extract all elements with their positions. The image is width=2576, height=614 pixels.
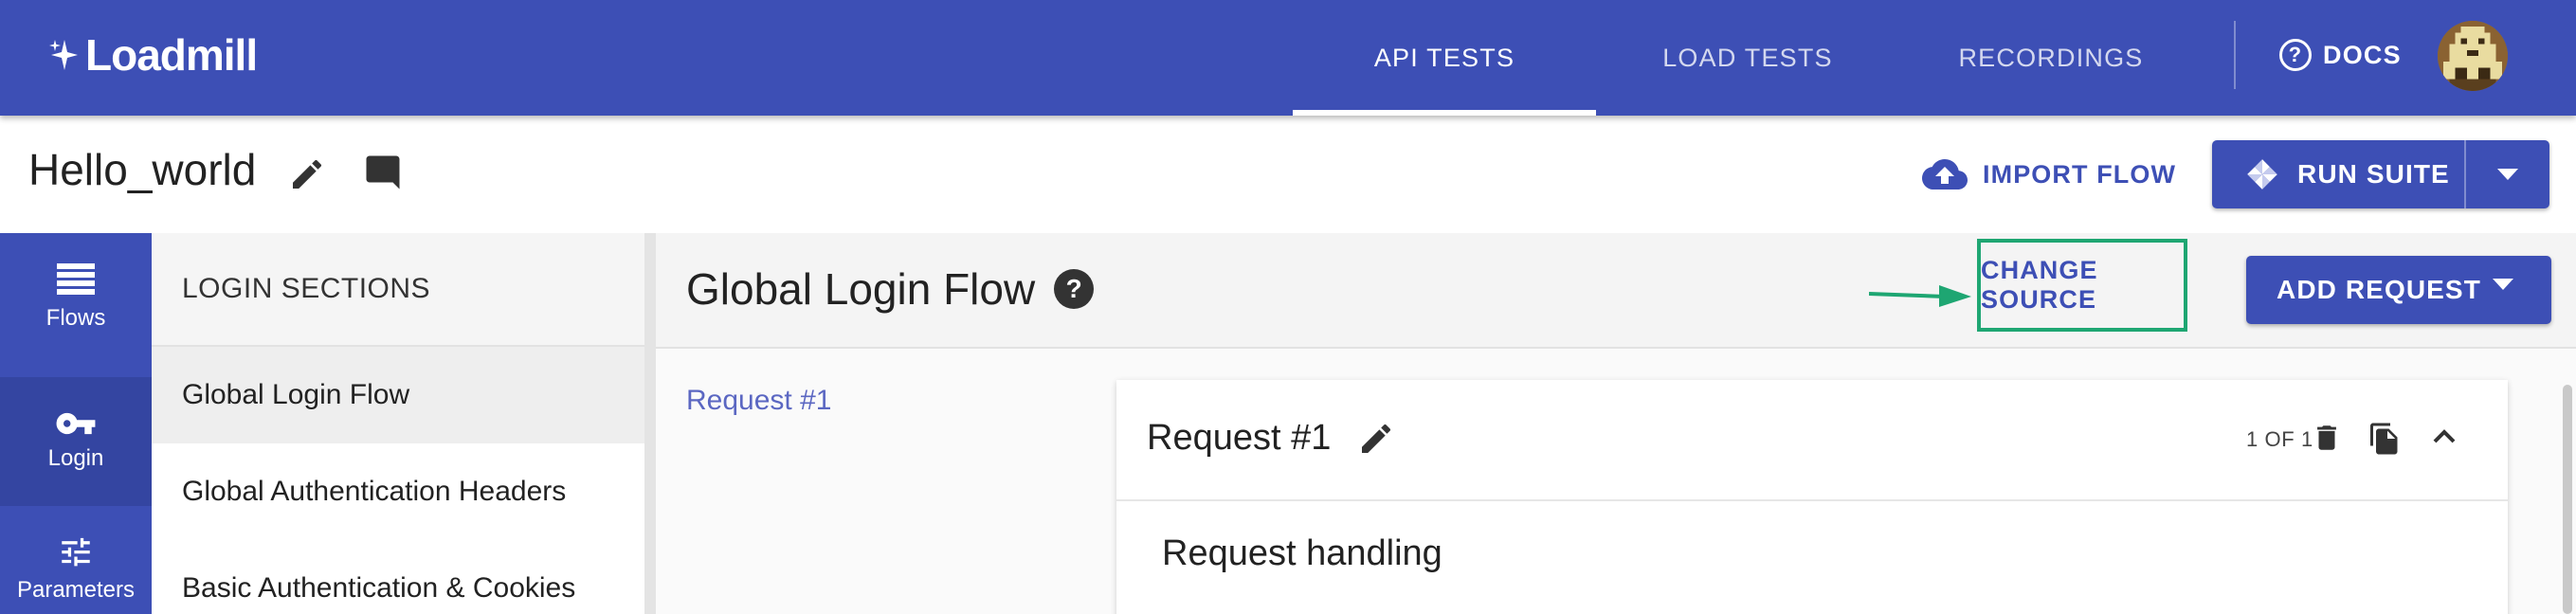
help-circle-icon: ? — [2279, 39, 2312, 71]
brand-name: Loadmill — [85, 30, 258, 80]
rail-item-label: Parameters — [16, 577, 136, 603]
request-title: Request #1 — [1147, 418, 1332, 458]
brand-logo[interactable]: Loadmill — [47, 27, 258, 83]
caret-down-icon — [2493, 279, 2513, 290]
request-count: 1 OF 1 — [2246, 427, 2313, 451]
tab-api-tests[interactable]: API TESTS — [1293, 0, 1596, 116]
section-item-basic-auth-cookies[interactable]: Basic Authentication & Cookies — [152, 540, 644, 614]
tab-label: RECORDINGS — [1958, 43, 2144, 72]
change-source-button[interactable]: CHANGE SOURCE — [1977, 239, 2187, 332]
pencil-icon — [293, 159, 322, 189]
request-card: Request #1 1 OF 1 Request handling — [1116, 380, 2508, 614]
caret-down-icon — [2497, 169, 2518, 180]
change-source-label: CHANGE SOURCE — [1981, 256, 2098, 314]
docs-link[interactable]: ? DOCS — [2279, 34, 2402, 76]
scrollbar[interactable] — [2563, 385, 2572, 614]
flow-title-row: Global Login Flow ? — [686, 263, 1095, 315]
trash-icon — [2317, 425, 2336, 450]
section-item-global-login-flow[interactable]: Global Login Flow — [152, 347, 644, 443]
collapse-request-button[interactable] — [2432, 427, 2457, 449]
key-icon — [56, 412, 96, 435]
request-handling-title: Request handling — [1162, 533, 1442, 573]
rail-item-parameters[interactable]: Parameters — [0, 504, 152, 614]
run-suite-label: RUN SUITE — [2297, 159, 2450, 189]
sliders-icon — [62, 537, 90, 567]
cloud-upload-icon — [1922, 159, 1968, 190]
sparkle-icon — [49, 40, 78, 70]
login-sections-panel: LOGIN SECTIONS Global Login Flow Global … — [152, 233, 644, 614]
flow-title: Global Login Flow — [686, 264, 1036, 314]
copy-icon — [2370, 423, 2398, 455]
tab-label: LOAD TESTS — [1662, 43, 1833, 72]
run-suite-button[interactable]: RUN SUITE — [2212, 140, 2464, 208]
tab-label: API TESTS — [1373, 43, 1515, 72]
main-content: Global Login Flow ? CHANGE SOURCE ADD RE… — [656, 233, 2576, 614]
import-flow-label: IMPORT FLOW — [1983, 159, 2177, 189]
add-request-label: ADD REQUEST — [2277, 275, 2481, 304]
docs-label: DOCS — [2323, 40, 2402, 69]
chevron-up-icon — [2433, 429, 2456, 443]
help-icon[interactable]: ? — [1054, 269, 1095, 309]
tab-load-tests[interactable]: LOAD TESTS — [1596, 0, 1899, 116]
flow-header: Global Login Flow ? CHANGE SOURCE ADD RE… — [656, 233, 2576, 349]
run-suite-button-group: RUN SUITE — [2212, 140, 2549, 208]
section-item-label: Basic Authentication & Cookies — [182, 572, 576, 604]
duplicate-request-button[interactable] — [2367, 420, 2402, 462]
suite-title: Hello_world — [28, 145, 257, 194]
request-title-row: Request #1 — [1147, 418, 1395, 459]
avatar[interactable] — [2438, 21, 2508, 91]
delete-request-button[interactable] — [2311, 420, 2343, 460]
comments-button[interactable] — [360, 150, 406, 195]
section-item-global-auth-headers[interactable]: Global Authentication Headers — [152, 443, 644, 540]
rail-item-label: Flows — [45, 305, 106, 331]
list-icon — [57, 263, 95, 295]
tab-recordings[interactable]: RECORDINGS — [1899, 0, 2203, 116]
annotation-arrow-icon — [1869, 285, 1971, 307]
pixel-avatar-icon — [2438, 21, 2508, 91]
sections-header: LOGIN SECTIONS — [152, 233, 644, 347]
request-nav-link[interactable]: Request #1 — [686, 385, 831, 417]
pencil-icon[interactable] — [1357, 420, 1395, 458]
import-flow-button[interactable]: IMPORT FLOW — [1922, 152, 2176, 197]
comment-icon — [366, 155, 400, 190]
add-request-button[interactable]: ADD REQUEST — [2246, 256, 2551, 324]
edit-title-button[interactable] — [284, 152, 330, 197]
section-item-label: Global Login Flow — [182, 379, 410, 410]
rail-item-login[interactable]: Login — [0, 377, 152, 506]
nav-divider — [2234, 21, 2236, 89]
suite-header: Hello_world IMPORT FLOW RUN SUITE — [0, 116, 2576, 233]
run-suite-dropdown-button[interactable] — [2466, 140, 2549, 208]
top-app-bar: Loadmill API TESTS LOAD TESTS RECORDINGS… — [0, 0, 2576, 116]
left-rail-nav: Flows Login Parameters — [0, 233, 152, 614]
pinwheel-icon — [2247, 159, 2277, 190]
rail-item-flows[interactable]: Flows — [0, 233, 152, 362]
request-card-header: Request #1 1 OF 1 — [1116, 380, 2508, 501]
panel-divider[interactable] — [644, 233, 656, 614]
rail-item-label: Login — [47, 445, 104, 471]
section-item-label: Global Authentication Headers — [182, 476, 567, 507]
